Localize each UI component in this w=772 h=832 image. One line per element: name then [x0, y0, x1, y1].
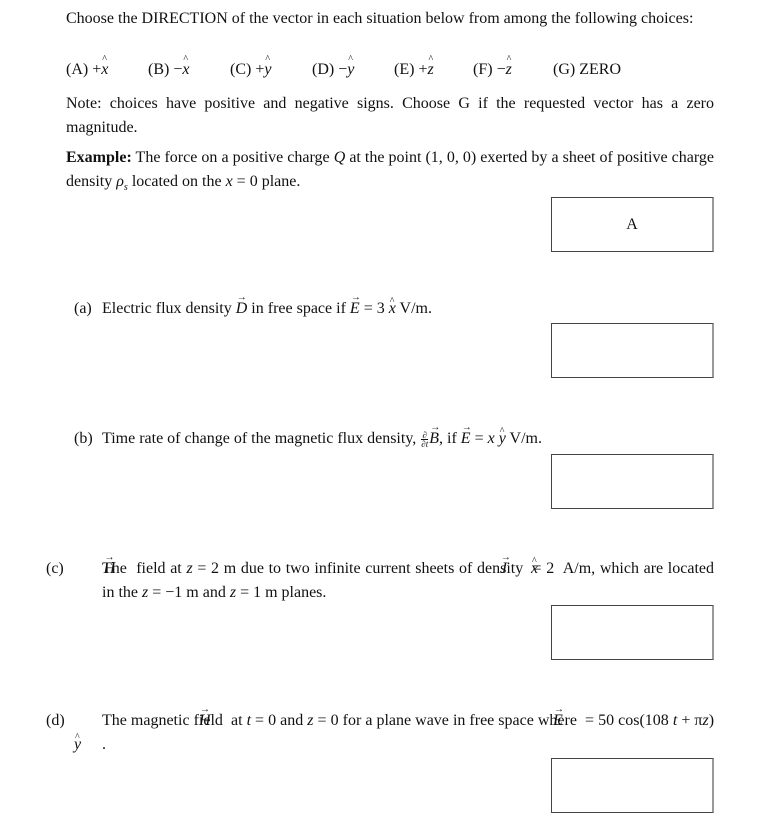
choice-a: (A) +x [66, 54, 148, 79]
answer-box-b[interactable] [551, 454, 714, 509]
answer-box-d[interactable] [551, 758, 714, 813]
note-text: Note: choices have positive and negative… [66, 95, 714, 136]
partial-derivative: ∂ ∂t [421, 429, 429, 449]
answer-box-c[interactable] [551, 605, 714, 660]
choice-b: (B) −x [148, 54, 230, 79]
question-d: (d) The magnetic field H at t = 0 and z =… [46, 712, 715, 753]
example-text: Example: The force on a positive charge … [66, 149, 715, 194]
question-b: (b) Time rate of change of the magnetic f… [74, 416, 714, 451]
choice-c: (C) +y [230, 54, 312, 79]
question-a: (a)Electric flux density D in free space… [74, 286, 714, 321]
choice-f: (F) −z [473, 54, 553, 79]
instructions-text: Choose the DIRECTION of the vector in ea… [66, 10, 694, 27]
answer-box-a[interactable] [551, 323, 714, 378]
choice-g: (G) ZERO [553, 61, 621, 78]
example-answer-box: A [551, 197, 714, 252]
question-c: (c) The H field at z = 2 m due to two inf… [46, 560, 715, 601]
example-label: Example: [66, 149, 132, 166]
choice-d: (D) −y [312, 54, 394, 79]
choices-list: (A) +x(B) −x(C) +y(D) −y(E) +z(F) −z(G) … [66, 54, 621, 79]
choice-e: (E) +z [394, 54, 473, 79]
